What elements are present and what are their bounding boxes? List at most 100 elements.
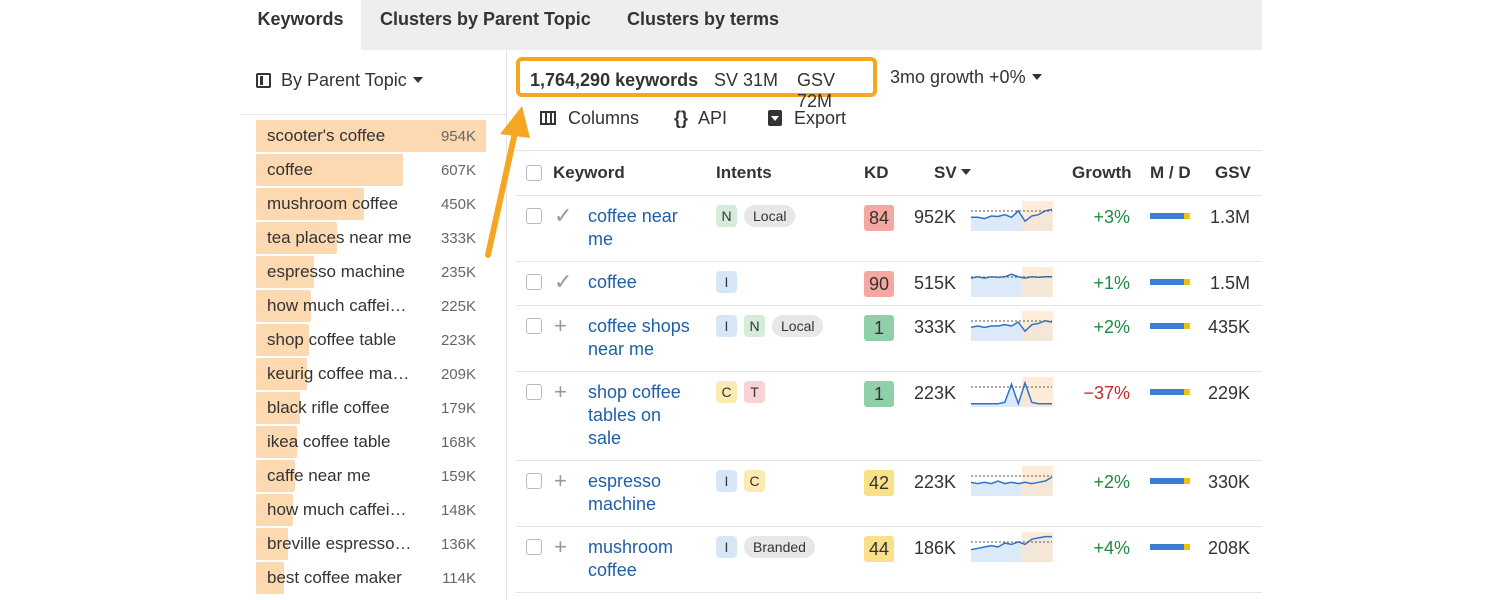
intent-badge: Local bbox=[772, 315, 824, 337]
plus-icon[interactable]: + bbox=[554, 468, 567, 494]
desktop-share bbox=[1184, 544, 1190, 550]
intent-badge: I bbox=[716, 315, 737, 337]
parent-topic-item[interactable]: keurig coffee ma… 209K bbox=[256, 358, 486, 390]
parent-topic-count: 225K bbox=[440, 298, 476, 315]
parent-topic-item[interactable]: coffee 607K bbox=[256, 154, 486, 186]
growth-filter-dropdown[interactable]: 3mo growth +0% bbox=[890, 67, 1042, 88]
desktop-share bbox=[1184, 389, 1190, 395]
keyword-link[interactable]: shop coffee tables on sale bbox=[588, 381, 698, 450]
trend-sparkline bbox=[971, 532, 1053, 562]
parent-topic-label: how much caffei… bbox=[267, 296, 407, 315]
row-checkbox[interactable] bbox=[526, 384, 542, 400]
table-row: ✓ coffee I 90 515K +1% 1.5M bbox=[516, 261, 1262, 306]
header-keyword[interactable]: Keyword bbox=[553, 163, 625, 183]
keyword-link[interactable]: coffee near me bbox=[588, 205, 698, 251]
parent-topic-item[interactable]: black rifle coffee 179K bbox=[256, 392, 486, 424]
search-volume: 223K bbox=[914, 472, 957, 492]
trend-sparkline bbox=[971, 311, 1053, 341]
header-md[interactable]: M / D bbox=[1150, 163, 1191, 183]
growth-value: −37% bbox=[1083, 383, 1130, 403]
parent-topic-item[interactable]: best coffee maker 114K bbox=[256, 562, 486, 594]
keyword-count: 1,764,290 keywords bbox=[530, 70, 699, 90]
summary-highlight: 1,764,290 keywords SV 31M GSV 72M bbox=[516, 57, 877, 111]
row-checkbox[interactable] bbox=[526, 318, 542, 334]
divider bbox=[240, 114, 506, 115]
table-row: ✓ coffee near me N Local 84 952K +3% 1.3M bbox=[516, 195, 1262, 262]
mobile-desktop-bar bbox=[1150, 213, 1190, 219]
parent-topic-item[interactable]: espresso machine 235K bbox=[256, 256, 486, 288]
growth-value: +2% bbox=[1093, 317, 1130, 337]
kd-score: 90 bbox=[864, 271, 894, 297]
plus-icon[interactable]: + bbox=[554, 534, 567, 560]
parent-topic-item[interactable]: breville espresso… 136K bbox=[256, 528, 486, 560]
growth-value: +2% bbox=[1093, 472, 1130, 492]
intent-badge: T bbox=[744, 381, 765, 403]
parent-topic-item[interactable]: how much caffei… 225K bbox=[256, 290, 486, 322]
mobile-desktop-bar bbox=[1150, 279, 1190, 285]
panel-icon bbox=[256, 73, 271, 88]
mobile-desktop-bar bbox=[1150, 478, 1190, 484]
search-volume: 186K bbox=[914, 538, 957, 558]
parent-topic-label: black rifle coffee bbox=[267, 398, 390, 417]
search-volume: 333K bbox=[914, 317, 957, 337]
select-all-checkbox[interactable] bbox=[526, 165, 542, 181]
api-button[interactable]: {} API bbox=[674, 108, 727, 129]
parent-topic-label: shop coffee table bbox=[267, 330, 397, 349]
trend-sparkline bbox=[971, 377, 1053, 407]
tab-keywords[interactable]: Keywords bbox=[240, 0, 361, 50]
parent-topic-item[interactable]: how much caffei… 148K bbox=[256, 494, 486, 526]
growth-value: +1% bbox=[1093, 273, 1130, 293]
tab-clusters-by-terms[interactable]: Clusters by terms bbox=[627, 0, 779, 50]
parent-topic-item[interactable]: mushroom coffee 450K bbox=[256, 188, 486, 220]
parent-topic-label: mushroom coffee bbox=[267, 194, 399, 213]
intent-badge: Local bbox=[744, 205, 796, 227]
header-sv-label: SV bbox=[934, 163, 957, 182]
keyword-link[interactable]: coffee shops near me bbox=[588, 315, 698, 361]
global-search-volume: 1.3M bbox=[1209, 207, 1250, 227]
check-icon[interactable]: ✓ bbox=[554, 203, 572, 229]
parent-topic-item[interactable]: shop coffee table 223K bbox=[256, 324, 486, 356]
chevron-down-icon bbox=[1031, 74, 1042, 80]
parent-topic-label: coffee bbox=[267, 160, 314, 179]
global-search-volume: 330K bbox=[1207, 472, 1250, 492]
tab-clusters-by-parent-topic[interactable]: Clusters by Parent Topic bbox=[380, 0, 591, 50]
parent-topic-label: breville espresso… bbox=[267, 534, 412, 553]
mobile-desktop-bar bbox=[1150, 323, 1190, 329]
kd-score: 42 bbox=[864, 470, 894, 496]
row-checkbox[interactable] bbox=[526, 208, 542, 224]
parent-topic-count: 223K bbox=[440, 332, 476, 349]
plus-icon[interactable]: + bbox=[554, 379, 567, 405]
global-search-volume: 208K bbox=[1207, 538, 1250, 558]
plus-icon[interactable]: + bbox=[554, 313, 567, 339]
trend-sparkline bbox=[971, 466, 1053, 496]
keyword-link[interactable]: espresso machine bbox=[588, 470, 698, 516]
kd-score: 44 bbox=[864, 536, 894, 562]
row-checkbox[interactable] bbox=[526, 274, 542, 290]
header-sv[interactable]: SV bbox=[934, 163, 971, 183]
group-by-label: By Parent Topic bbox=[281, 70, 407, 90]
columns-button[interactable]: Columns bbox=[540, 108, 639, 129]
desktop-share bbox=[1184, 279, 1190, 285]
parent-topic-item[interactable]: scooter's coffee 954K bbox=[256, 120, 486, 152]
parent-topic-count: 179K bbox=[440, 400, 476, 417]
row-checkbox[interactable] bbox=[526, 473, 542, 489]
columns-icon bbox=[540, 111, 556, 125]
trend-sparkline bbox=[971, 267, 1053, 297]
parent-topic-label: caffe near me bbox=[267, 466, 371, 485]
parent-topic-item[interactable]: caffe near me 159K bbox=[256, 460, 486, 492]
header-growth[interactable]: Growth bbox=[1072, 163, 1132, 183]
parent-topic-item[interactable]: ikea coffee table 168K bbox=[256, 426, 486, 458]
export-button[interactable]: Export bbox=[768, 108, 846, 129]
header-intents[interactable]: Intents bbox=[716, 163, 772, 183]
parent-topic-label: how much caffei… bbox=[267, 500, 407, 519]
header-gsv[interactable]: GSV bbox=[1215, 163, 1251, 183]
keyword-link[interactable]: mushroom coffee bbox=[588, 536, 698, 582]
check-icon[interactable]: ✓ bbox=[554, 269, 572, 295]
parent-topic-item[interactable]: tea places near me 333K bbox=[256, 222, 486, 254]
group-by-dropdown[interactable]: By Parent Topic bbox=[256, 70, 423, 91]
row-checkbox[interactable] bbox=[526, 539, 542, 555]
growth-value: +4% bbox=[1093, 538, 1130, 558]
intent-badge: N bbox=[716, 205, 737, 227]
header-kd[interactable]: KD bbox=[864, 163, 889, 183]
keyword-link[interactable]: coffee bbox=[588, 271, 698, 294]
